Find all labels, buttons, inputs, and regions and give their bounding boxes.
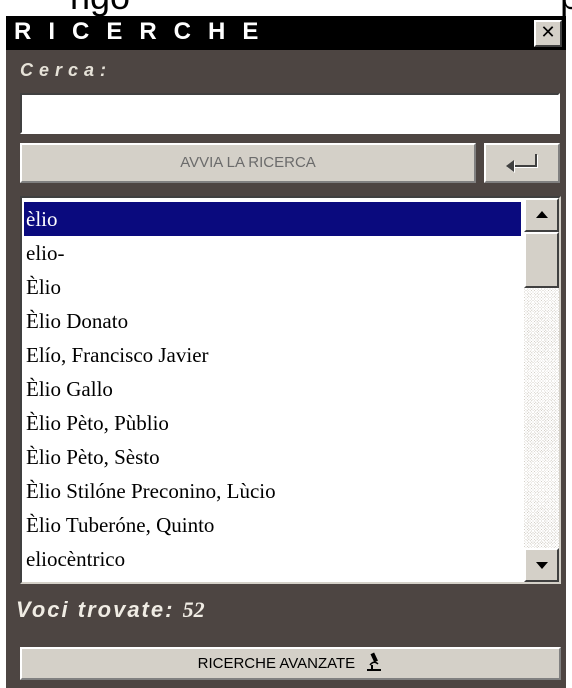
arrow-down-icon (536, 562, 548, 569)
search-panel: RICERCHE ✕ Cerca: AVVIA LA RICERCA èlio … (6, 16, 566, 688)
search-label: Cerca: (20, 60, 113, 80)
results-count-label: Voci trovate: (16, 597, 175, 622)
vertical-scrollbar[interactable] (524, 198, 559, 582)
list-item[interactable]: Èlio Pèto, Pùblio (24, 406, 521, 440)
enter-button[interactable] (484, 143, 560, 183)
scroll-down-button[interactable] (524, 548, 559, 582)
list-item[interactable]: Èlio Donato (24, 304, 521, 338)
microscope-icon (367, 652, 382, 672)
enter-arrow-icon (506, 154, 538, 173)
scroll-thumb[interactable] (524, 232, 559, 288)
close-button[interactable]: ✕ (534, 20, 562, 47)
start-search-button[interactable]: AVVIA LA RICERCA (20, 143, 476, 183)
advanced-search-button[interactable]: RICERCHE AVANZATE (20, 647, 561, 680)
clipped-header-fragment: ngo p (0, 0, 572, 16)
list-item[interactable]: Èlio Pèto, Sèsto (24, 440, 521, 474)
list-item[interactable]: Èlio (24, 270, 521, 304)
results-count-value: 52 (182, 597, 205, 622)
arrow-up-icon (536, 211, 548, 218)
list-item[interactable]: eliocèntrico (24, 542, 521, 576)
scroll-up-button[interactable] (524, 198, 559, 232)
list-item[interactable]: elio- (24, 236, 521, 270)
close-icon: ✕ (540, 22, 556, 43)
window-title: RICERCHE (14, 18, 276, 45)
clipped-header-text: ngo p (70, 0, 572, 16)
results-items: èlio elio- Èlio Èlio Donato Elío, Franci… (24, 202, 521, 576)
advanced-search-label: RICERCHE AVANZATE (197, 655, 356, 672)
title-bar: RICERCHE ✕ (6, 16, 566, 50)
list-item[interactable]: Èlio Stilóne Preconino, Lùcio (24, 474, 521, 508)
results-list[interactable]: èlio elio- Èlio Èlio Donato Elío, Franci… (20, 196, 561, 584)
search-input[interactable] (20, 93, 560, 134)
list-item-selected[interactable]: èlio (24, 202, 521, 236)
list-item[interactable]: Elío, Francisco Javier (24, 338, 521, 372)
list-item[interactable]: Èlio Tuberóne, Quinto (24, 508, 521, 542)
results-count: Voci trovate: 52 (16, 597, 205, 623)
list-item[interactable]: Èlio Gallo (24, 372, 521, 406)
